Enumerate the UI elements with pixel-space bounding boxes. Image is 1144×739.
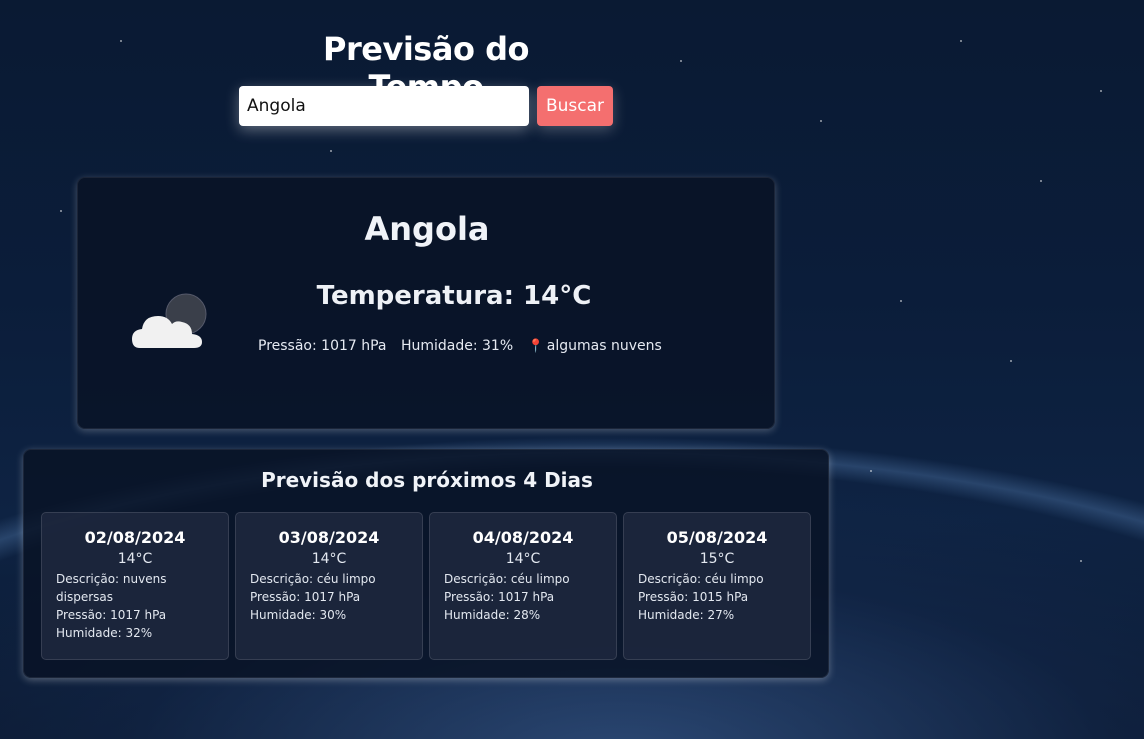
forecast-date: 04/08/2024 bbox=[472, 528, 574, 547]
current-weather-card: Angola Temperatura: 14°C Pressão: 1017 h… bbox=[77, 177, 775, 429]
forecast-humidity: Humidade: 28% bbox=[444, 608, 541, 622]
forecast-day-list: 02/08/2024 14°C Descrição: nuvens disper… bbox=[41, 512, 811, 660]
forecast-description: Descrição: céu limpo bbox=[444, 572, 570, 586]
forecast-day-card: 04/08/2024 14°C Descrição: céu limpo Pre… bbox=[429, 512, 617, 660]
forecast-pressure: Pressão: 1017 hPa bbox=[444, 590, 555, 604]
pin-icon: 📍 bbox=[527, 339, 544, 354]
forecast-description: Descrição: céu limpo bbox=[638, 572, 764, 586]
forecast-title: Previsão dos próximos 4 Dias bbox=[261, 468, 593, 492]
forecast-temp: 14°C bbox=[311, 551, 347, 567]
current-humidity: Humidade: 31% bbox=[400, 338, 514, 354]
search-input[interactable] bbox=[239, 86, 529, 126]
forecast-humidity: Humidade: 30% bbox=[250, 608, 347, 622]
forecast-date: 02/08/2024 bbox=[84, 528, 186, 547]
forecast-date: 03/08/2024 bbox=[278, 528, 380, 547]
forecast-day-card: 05/08/2024 15°C Descrição: céu limpo Pre… bbox=[623, 512, 811, 660]
forecast-date: 05/08/2024 bbox=[666, 528, 768, 547]
forecast-humidity: Humidade: 27% bbox=[638, 608, 735, 622]
forecast-day-card: 02/08/2024 14°C Descrição: nuvens disper… bbox=[41, 512, 229, 660]
forecast-description: Descrição: céu limpo bbox=[250, 572, 376, 586]
forecast-temp: 15°C bbox=[699, 551, 735, 567]
forecast-description: Descrição: nuvens dispersas bbox=[56, 572, 167, 604]
forecast-pressure: Pressão: 1017 hPa bbox=[250, 590, 361, 604]
forecast-pressure: Pressão: 1017 hPa bbox=[56, 608, 167, 622]
city-name: Angola bbox=[364, 210, 490, 248]
current-description: algumas nuvens bbox=[546, 338, 662, 354]
forecast-temp: 14°C bbox=[117, 551, 153, 567]
forecast-pressure: Pressão: 1015 hPa bbox=[638, 590, 749, 604]
current-pressure: Pressão: 1017 hPa bbox=[258, 338, 387, 354]
forecast-temp: 14°C bbox=[505, 551, 541, 567]
search-button[interactable]: Buscar bbox=[537, 86, 613, 126]
forecast-day-card: 03/08/2024 14°C Descrição: céu limpo Pre… bbox=[235, 512, 423, 660]
current-details: Pressão: 1017 hPa Humidade: 31% 📍 algumas… bbox=[258, 338, 678, 354]
forecast-humidity: Humidade: 32% bbox=[56, 626, 153, 640]
current-temperature: Temperatura: 14°C bbox=[316, 281, 592, 311]
forecast-card: Previsão dos próximos 4 Dias 02/08/2024 … bbox=[23, 449, 829, 678]
